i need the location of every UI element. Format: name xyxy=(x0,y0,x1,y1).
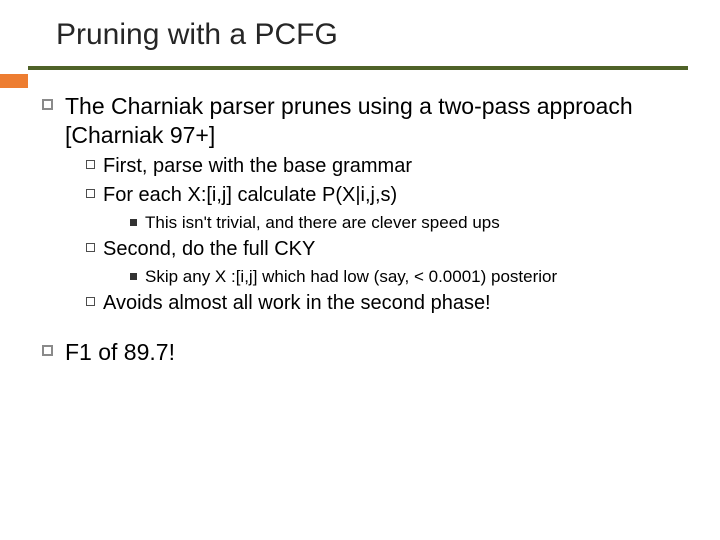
filled-square-icon xyxy=(130,273,137,280)
list-item-text: First, parse with the base grammar xyxy=(103,154,412,179)
filled-square-icon xyxy=(130,219,137,226)
slide-title: Pruning with a PCFG xyxy=(0,18,720,52)
list-item: Skip any X :[i,j] which had low (say, < … xyxy=(130,266,692,287)
spacer xyxy=(42,316,692,338)
content: The Charniak parser prunes using a two-p… xyxy=(0,92,720,367)
list-item: Avoids almost all work in the second pha… xyxy=(86,291,692,316)
hollow-square-icon xyxy=(86,160,95,169)
list-item-text: The Charniak parser prunes using a two-p… xyxy=(65,92,692,150)
list-item: F1 of 89.7! xyxy=(42,338,692,367)
list-item: The Charniak parser prunes using a two-p… xyxy=(42,92,692,150)
list-item: First, parse with the base grammar xyxy=(86,154,692,179)
hollow-square-icon xyxy=(86,297,95,306)
list-item: This isn't trivial, and there are clever… xyxy=(130,212,692,233)
rule-wrap xyxy=(0,66,720,70)
list-item-text: This isn't trivial, and there are clever… xyxy=(145,212,500,233)
accent-block xyxy=(0,74,28,88)
list-item: For each X:[i,j] calculate P(X|i,j,s) xyxy=(86,183,692,208)
list-item-text: F1 of 89.7! xyxy=(65,338,175,367)
list-item: Second, do the full CKY xyxy=(86,237,692,262)
hollow-square-icon xyxy=(86,243,95,252)
hollow-square-icon xyxy=(86,189,95,198)
horizontal-rule xyxy=(28,66,688,70)
hollow-square-icon xyxy=(42,345,53,356)
list-item-text: Skip any X :[i,j] which had low (say, < … xyxy=(145,266,557,287)
list-item-text: For each X:[i,j] calculate P(X|i,j,s) xyxy=(103,183,397,208)
list-item-text: Second, do the full CKY xyxy=(103,237,315,262)
list-item-text: Avoids almost all work in the second pha… xyxy=(103,291,491,316)
hollow-square-icon xyxy=(42,99,53,110)
slide: Pruning with a PCFG The Charniak parser … xyxy=(0,0,720,540)
